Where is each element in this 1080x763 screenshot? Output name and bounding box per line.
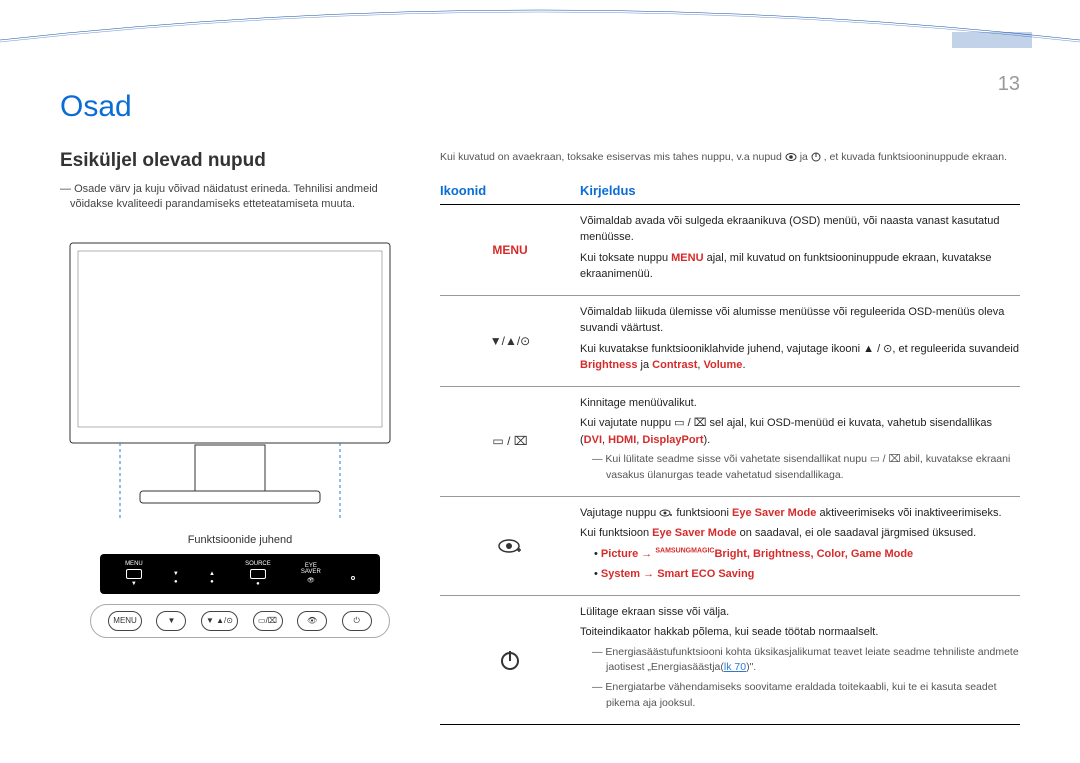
r2-p1: Võimaldab liikuda ülemisse või alumisse … — [580, 304, 1020, 337]
r1-p1: Võimaldab avada või sulgeda ekraanikuva … — [580, 213, 1020, 246]
top-note: Kui kuvatud on avaekraan, toksake esiser… — [440, 150, 1020, 165]
table-row: Lülitage ekraan sisse või välja. Toitein… — [440, 596, 1020, 725]
table-header: Ikoonid Kirjeldus — [440, 183, 1020, 205]
section-title: Esiküljel olevad nupud — [60, 150, 420, 172]
panel-menu: MENU▼ — [125, 561, 143, 587]
intro-note: Osade värv ja kuju võivad näidatust erin… — [60, 182, 420, 213]
eye-plus-icon — [497, 536, 523, 556]
table-row: MENU Võimaldab avada või sulgeda ekraani… — [440, 205, 1020, 296]
panel-eyesaver: EYE SAVER👁 — [301, 563, 321, 584]
pill-source: ▭/⌧ — [253, 611, 283, 631]
table-row: ▭ / ⌧ Kinnitage menüüvalikut. Kui vajuta… — [440, 387, 1020, 497]
chapter-title: Osad — [60, 90, 1020, 124]
r4-b1: Picture → SAMSUNGMAGICBright, Brightness… — [580, 546, 1020, 563]
row-icon-source: ▭ / ⌧ — [440, 395, 580, 488]
row-icon-updown: ▼/▲/⊙ — [440, 304, 580, 378]
r1-p2: Kui toksate nuppu MENU ajal, mil kuvatud… — [580, 250, 1020, 283]
r3-sub: Kui lülitate seadme sisse või vahetate s… — [580, 452, 1020, 484]
monitor-illustration — [60, 233, 420, 528]
row-icon-power — [440, 604, 580, 716]
r2-p2: Kui kuvatakse funktsiooniklahvide juhend… — [580, 341, 1020, 374]
r3-p1: Kinnitage menüüvalikut. — [580, 395, 1020, 412]
panel-up: ▲● — [209, 563, 215, 585]
row-icon-menu: MENU — [440, 213, 580, 287]
button-row-outline: MENU ▼ ▼ ▲/⊙ ▭/⌧ 👁 ⏻ — [90, 604, 390, 638]
power-icon — [811, 152, 821, 162]
row-icon-eye — [440, 505, 580, 587]
table-row: ▼/▲/⊙ Võimaldab liikuda ülemisse või alu… — [440, 296, 1020, 387]
pill-menu: MENU — [108, 611, 142, 631]
power-icon-large — [498, 648, 522, 672]
r4-b2: System → Smart ECO Saving — [580, 566, 1020, 583]
panel-source: SOURCE● — [245, 561, 271, 587]
table-row: Vajutage nuppu funktsiooni Eye Saver Mod… — [440, 497, 1020, 596]
eye-plus-icon-inline — [659, 508, 673, 518]
th-desc: Kirjeldus — [580, 183, 636, 198]
pill-updown: ▼ ▲/⊙ — [201, 611, 238, 631]
panel-power — [351, 568, 355, 580]
r3-p2: Kui vajutate nuppu ▭ / ⌧ sel ajal, kui O… — [580, 415, 1020, 448]
th-icons: Ikoonid — [440, 183, 580, 198]
function-guide-label: Funktsioonide juhend — [60, 534, 420, 546]
r5-p1: Lülitage ekraan sisse või välja. — [580, 604, 1020, 621]
pill-down: ▼ — [156, 611, 186, 631]
eye-icon — [785, 152, 797, 162]
r4-p1: Vajutage nuppu funktsiooni Eye Saver Mod… — [580, 505, 1020, 522]
page-number: 13 — [998, 73, 1020, 96]
button-panel-black: MENU▼ ▼● ▲● SOURCE● EYE SAVER👁 — [100, 554, 380, 594]
r5-sub2: Energiatarbe vähendamiseks soovitame era… — [580, 680, 1020, 712]
panel-down: ▼● — [173, 563, 179, 585]
r5-p2: Toiteindikaator hakkab põlema, kui seade… — [580, 624, 1020, 641]
r4-p2: Kui funktsioon Eye Saver Mode on saadava… — [580, 525, 1020, 542]
page-link[interactable]: lk 70 — [724, 661, 746, 673]
pill-eye: 👁 — [297, 611, 327, 631]
r5-sub1: Energiasäästufunktsiooni kohta üksikasja… — [580, 645, 1020, 677]
pill-power: ⏻ — [342, 611, 372, 631]
